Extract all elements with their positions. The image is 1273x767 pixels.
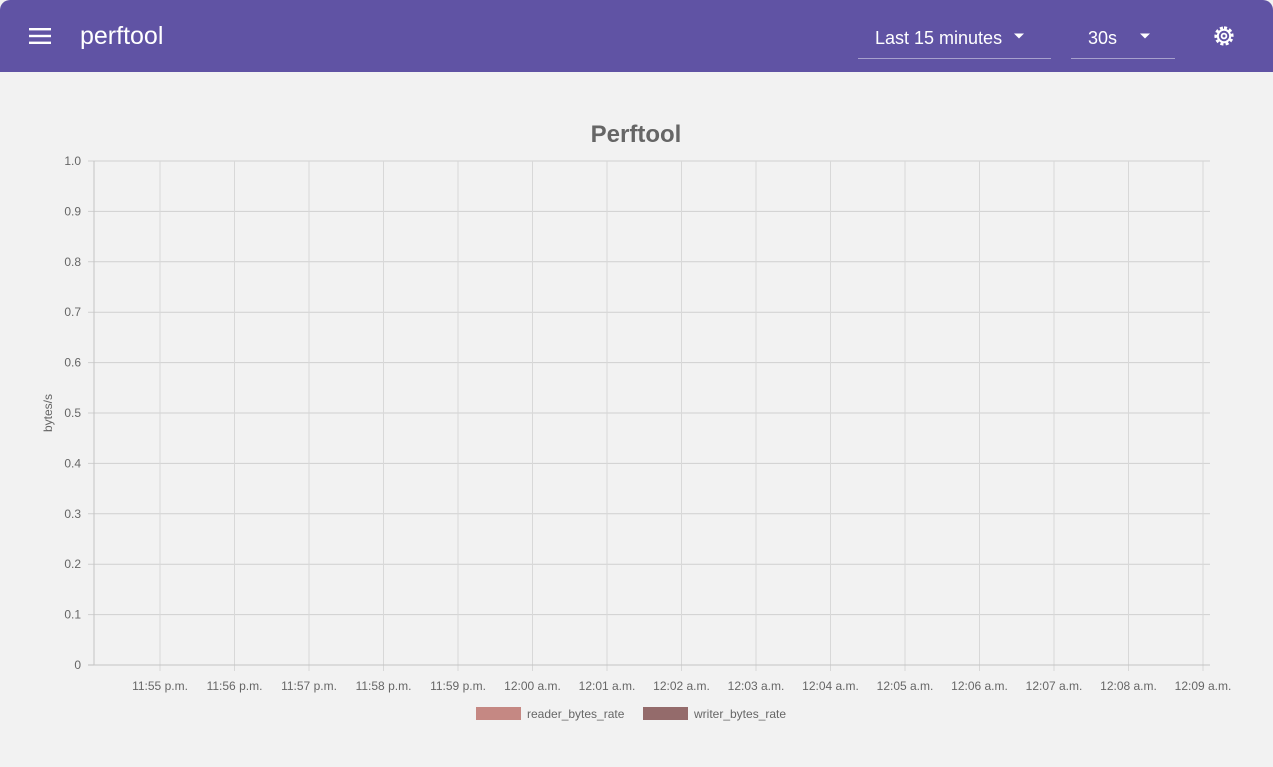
y-tick-label: 0.9 [64, 204, 81, 218]
x-tick-label: 12:00 a.m. [504, 679, 561, 693]
x-tick-label: 12:08 a.m. [1100, 679, 1157, 693]
y-tick-label: 0.3 [64, 507, 81, 521]
y-tick-label: 0.7 [64, 305, 81, 319]
y-tick-label: 0.1 [64, 608, 81, 622]
x-tick-label: 11:58 p.m. [356, 679, 412, 693]
menu-button[interactable] [20, 16, 60, 56]
chevron-down-icon [1140, 33, 1150, 39]
y-tick-label: 0.2 [64, 557, 81, 571]
chart-title: Perftool [591, 121, 682, 148]
app-bar: perftool Last 15 minutes 30s [0, 0, 1273, 72]
time-range-value: Last 15 minutes [875, 28, 1003, 48]
x-tick-label: 11:55 p.m. [132, 679, 188, 693]
legend-label-reader_bytes_rate: reader_bytes_rate [527, 707, 625, 721]
x-tick-label: 12:09 a.m. [1175, 679, 1232, 693]
x-tick-label: 12:06 a.m. [951, 679, 1008, 693]
x-tick-label: 12:07 a.m. [1026, 679, 1083, 693]
legend-swatch-reader_bytes_rate [476, 707, 521, 720]
menu-icon [29, 28, 51, 44]
y-tick-label: 0.6 [64, 356, 81, 370]
y-tick-label: 0.5 [64, 406, 81, 420]
legend-label-writer_bytes_rate: writer_bytes_rate [693, 707, 786, 721]
y-axis-label: bytes/s [41, 394, 55, 432]
x-tick-label: 12:04 a.m. [802, 679, 859, 693]
x-tick-label: 12:01 a.m. [579, 679, 636, 693]
x-tick-label: 12:05 a.m. [877, 679, 934, 693]
y-tick-label: 1.0 [64, 154, 81, 168]
chart: Perftool bytes/s 0 0.1 0.2 0.3 0.4 0.5 0.6 0.7 0… [41, 121, 1232, 721]
y-tick-label: 0.8 [64, 255, 81, 269]
x-tick-label: 11:57 p.m. [281, 679, 337, 693]
x-tick-label: 11:59 p.m. [430, 679, 486, 693]
app-title: perftool [80, 22, 164, 50]
x-tick-label: 11:56 p.m. [207, 679, 263, 693]
y-tick-label: 0.4 [64, 456, 81, 470]
gear-icon [1214, 26, 1234, 46]
settings-button[interactable] [1205, 17, 1243, 55]
y-tick-label: 0 [74, 658, 81, 672]
legend-swatch-writer_bytes_rate [643, 707, 688, 720]
refresh-interval-value: 30s [1088, 28, 1118, 48]
app-window: perftool Last 15 minutes 30s Perftool by… [0, 0, 1273, 767]
x-tick-label: 12:03 a.m. [728, 679, 785, 693]
time-range-select[interactable]: Last 15 minutes [858, 18, 1051, 59]
chevron-down-icon [1014, 33, 1024, 39]
refresh-interval-select[interactable]: 30s [1071, 18, 1175, 59]
x-tick-label: 12:02 a.m. [653, 679, 710, 693]
